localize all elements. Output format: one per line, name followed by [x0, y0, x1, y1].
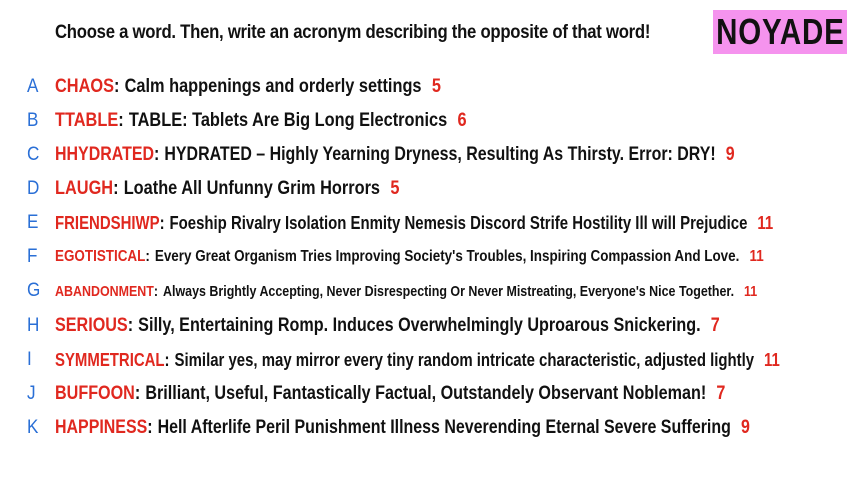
list-item: F EGOTISTICAL: Every Great Organism Tries…	[0, 243, 853, 271]
row-letter-count: 11	[749, 248, 764, 265]
row-letter: D	[27, 178, 40, 199]
row-acronym: Calm happenings and orderly settings	[124, 76, 422, 97]
row-letter: G	[27, 280, 41, 301]
list-item: K HAPPINESS: Hell Afterlife Peril Punishm…	[0, 414, 853, 442]
row-separator: :	[145, 248, 150, 265]
row-acronym: HYDRATED – Highly Yearning Dryness, Resu…	[164, 144, 716, 165]
row-separator: :	[127, 315, 134, 336]
row-letter-count: 7	[716, 383, 726, 404]
row-separator: :	[114, 76, 120, 97]
row-acronym: Brilliant, Useful, Fantastically Factual…	[145, 383, 707, 404]
list-item: E FRIENDSHIWP: Foeship Rivalry Isolation …	[0, 209, 853, 237]
row-letter-count: 11	[744, 282, 758, 300]
row-acronym: Loathe All Unfunny Grim Horrors	[123, 178, 381, 199]
row-letter-count: 9	[725, 144, 735, 165]
row-word: CHAOS	[55, 76, 115, 97]
row-letter-count: 9	[740, 417, 750, 438]
row-letter: B	[27, 110, 39, 131]
row-letter: E	[27, 212, 39, 233]
row-letter-count: 11	[757, 212, 774, 233]
row-word: SYMMETRICAL	[55, 349, 165, 370]
list-item: H SERIOUS: Silly, Entertaining Romp. Indu…	[0, 312, 853, 340]
row-letter: A	[27, 76, 39, 97]
row-letter-count: 6	[457, 110, 467, 131]
row-acronym: Foeship Rivalry Isolation Enmity Nemesis…	[169, 212, 748, 233]
row-letter: C	[27, 144, 40, 165]
row-word: ABANDONMENT	[55, 282, 154, 300]
list-item: I SYMMETRICAL: Similar yes, may mirror ev…	[0, 346, 853, 374]
row-letter: J	[27, 383, 36, 404]
row-letter-count: 11	[764, 349, 780, 370]
row-separator: :	[134, 383, 141, 404]
row-letter-count: 5	[390, 178, 400, 199]
row-word: TTABLE	[55, 110, 119, 131]
list-item: G ABANDONMENT: Always Brightly Accepting,…	[0, 277, 853, 305]
row-word: SERIOUS	[55, 315, 128, 336]
row-separator: :	[118, 110, 124, 131]
row-separator: :	[154, 144, 160, 165]
row-word: EGOTISTICAL	[55, 248, 146, 265]
row-acronym: Every Great Organism Tries Improving Soc…	[154, 248, 740, 265]
row-separator: :	[153, 282, 159, 300]
row-letter: H	[27, 315, 40, 336]
list-item: A CHAOS: Calm happenings and orderly sett…	[0, 73, 853, 101]
noyade-badge: NOYADE	[713, 10, 847, 54]
list-item: C HHYDRATED: HYDRATED – Highly Yearning D…	[0, 141, 853, 169]
row-acronym: Silly, Entertaining Romp. Induces Overwh…	[138, 315, 701, 336]
row-letter: K	[27, 417, 39, 438]
row-letter-count: 7	[710, 315, 720, 336]
row-word: LAUGH	[55, 178, 114, 199]
row-acronym: Similar yes, may mirror every tiny rando…	[174, 349, 755, 370]
badge-label: NOYADE	[715, 11, 845, 52]
row-separator: :	[113, 178, 119, 199]
row-letter: I	[27, 349, 32, 370]
row-word: HAPPINESS	[55, 417, 148, 438]
row-acronym: Hell Afterlife Peril Punishment Illness …	[157, 417, 731, 438]
list-item: J BUFFOON: Brilliant, Useful, Fantastical…	[0, 380, 853, 408]
row-letter: F	[27, 246, 38, 267]
list-item: D LAUGH: Loathe All Unfunny Grim Horrors 5	[0, 175, 853, 203]
row-separator: :	[164, 349, 170, 370]
row-word: HHYDRATED	[55, 144, 155, 165]
row-separator: :	[159, 212, 165, 233]
row-acronym: Always Brightly Accepting, Never Disresp…	[163, 282, 735, 300]
row-letter-count: 5	[431, 76, 441, 97]
row-word: BUFFOON	[55, 383, 135, 404]
list-item: B TTABLE: TABLE: Tablets Are Big Long Ele…	[0, 107, 853, 135]
row-separator: :	[147, 417, 153, 438]
row-word: FRIENDSHIWP	[55, 212, 160, 233]
row-acronym: TABLE: Tablets Are Big Long Electronics	[128, 110, 448, 131]
instruction-text: Choose a word. Then, write an acronym de…	[55, 22, 651, 43]
